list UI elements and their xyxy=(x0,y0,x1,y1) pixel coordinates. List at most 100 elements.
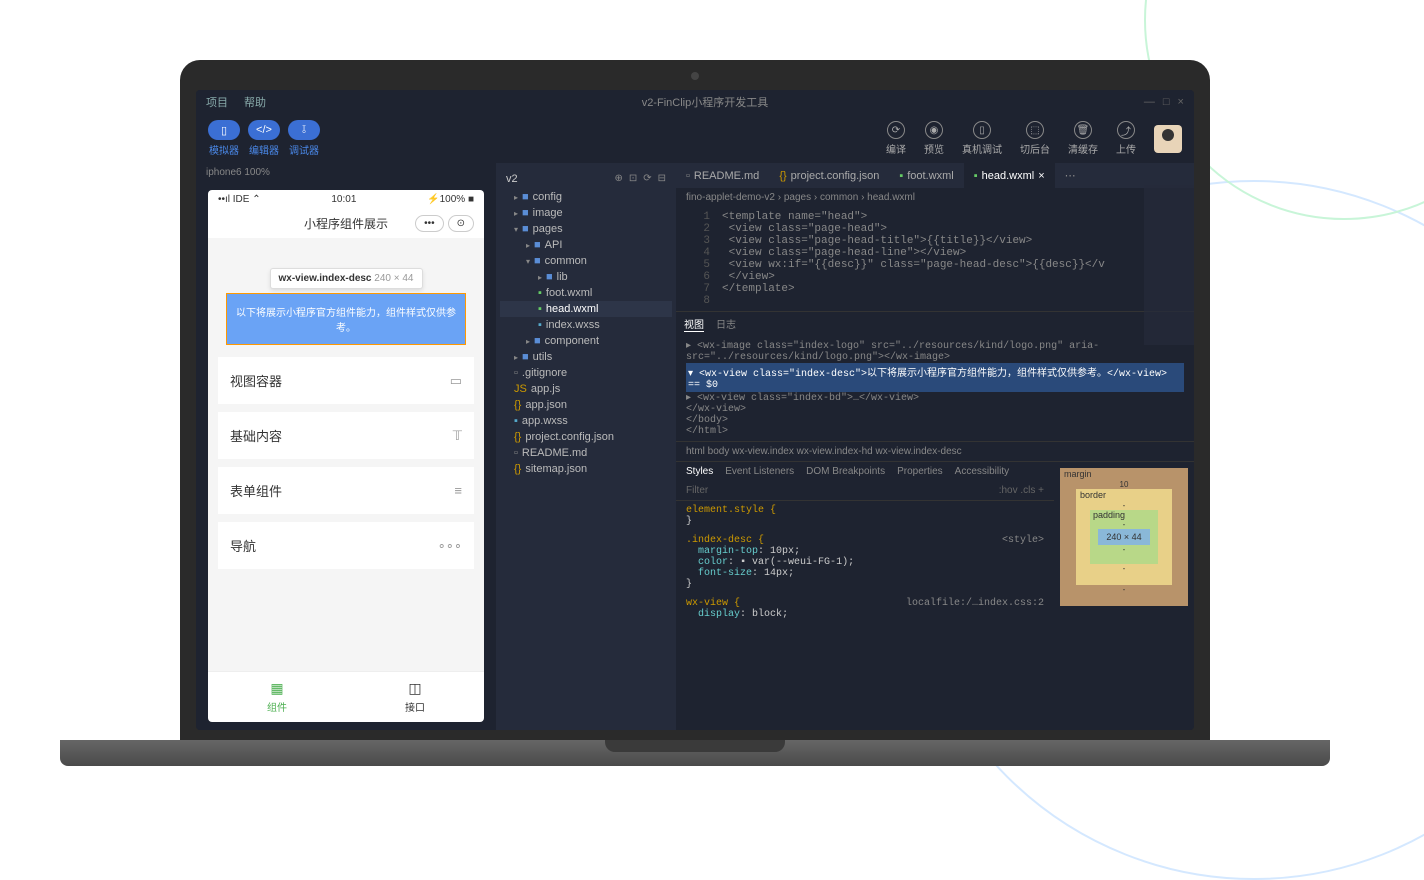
wxss-icon: ▪ xyxy=(514,415,518,427)
dom-breadcrumb[interactable]: html body wx-view.index wx-view.index-hd… xyxy=(676,441,1194,461)
phone-status-bar: ••ıl IDE ⌃ 10:01 ⚡100% ■ xyxy=(208,190,484,209)
folder-pages[interactable]: ▾■pages xyxy=(500,221,672,237)
item-label: 表单组件 xyxy=(230,481,282,500)
realdevice-label: 真机调试 xyxy=(962,141,1002,156)
tab-foot[interactable]: ▪foot.wxml xyxy=(889,163,963,188)
dom-node: </wx-view> xyxy=(686,404,1184,415)
list-icon: ≡ xyxy=(454,483,462,498)
wxml-icon: ▪ xyxy=(899,170,903,182)
file-appjson[interactable]: {}app.json xyxy=(500,397,672,413)
text-icon: 𝕋 xyxy=(453,428,462,444)
file-appwxss[interactable]: ▪app.wxss xyxy=(500,413,672,429)
laptop-frame: 项目 帮助 v2-FinClip小程序开发工具 — □ × ▯ 模拟器 </> … xyxy=(180,60,1210,780)
app-tabbar: ▦组件 ◫接口 xyxy=(208,671,484,722)
cache-button[interactable]: 🗑清缓存 xyxy=(1068,121,1098,156)
menu-help[interactable]: 帮助 xyxy=(244,94,266,110)
item-label: 基础内容 xyxy=(230,426,282,445)
css-rule[interactable]: .index-desc {<style> margin-top: 10px; c… xyxy=(676,531,1054,594)
realdevice-button[interactable]: ▯真机调试 xyxy=(962,121,1002,156)
list-item[interactable]: 表单组件 ≡ xyxy=(218,467,474,514)
code-editor[interactable]: 1<template name="head"> 2 <view class="p… xyxy=(676,207,1194,311)
json-icon: {} xyxy=(514,431,521,443)
wxml-icon: ▪ xyxy=(538,303,542,315)
clock: 10:01 xyxy=(331,194,356,205)
tab-overflow[interactable]: ⋯ xyxy=(1055,163,1086,188)
tab-head[interactable]: ▪head.wxml× xyxy=(964,163,1055,188)
tab-readme[interactable]: ▫README.md xyxy=(676,163,769,188)
css-rule[interactable]: wx-view {localfile:/…index.css:2 display… xyxy=(676,594,1054,624)
style-tools[interactable]: :hov .cls + xyxy=(999,485,1044,496)
dom-node[interactable]: ▸ <wx-view class="index-bd">…</wx-view> xyxy=(686,392,1184,404)
list-item[interactable]: 视图容器▭ xyxy=(218,357,474,404)
folder-utils[interactable]: ▸■utils xyxy=(500,349,672,365)
folder-component[interactable]: ▸■component xyxy=(500,333,672,349)
devtab-view[interactable]: 视图 xyxy=(684,316,704,332)
debugger-toggle[interactable]: ⫱ 调试器 xyxy=(288,120,320,157)
highlighted-element[interactable]: 以下将展示小程序官方组件能力，组件样式仅供参考。 xyxy=(226,293,466,345)
json-icon: {} xyxy=(779,170,786,182)
folder-lib[interactable]: ▸■lib xyxy=(500,269,672,285)
folder-config[interactable]: ▸■config xyxy=(500,189,672,205)
json-icon: {} xyxy=(514,399,521,411)
md-icon: ▫ xyxy=(686,170,690,182)
capsule-close-icon[interactable]: ⊙ xyxy=(448,215,474,232)
menu-project[interactable]: 项目 xyxy=(206,94,228,110)
box-model[interactable]: 10 - - 240 × 44 - - - xyxy=(1054,462,1194,582)
minimize-icon[interactable]: — xyxy=(1144,96,1155,108)
minimap[interactable] xyxy=(1144,185,1194,345)
preview-button[interactable]: ◉预览 xyxy=(924,121,944,156)
tab-listeners[interactable]: Event Listeners xyxy=(725,466,794,477)
editor-toggle[interactable]: </> 编辑器 xyxy=(248,120,280,157)
dom-node[interactable]: ▸ <wx-image class="index-logo" src="../r… xyxy=(686,340,1184,363)
editor-panel: ▫README.md {}project.config.json ▪foot.w… xyxy=(676,163,1194,730)
simulator-toggle[interactable]: ▯ 模拟器 xyxy=(208,120,240,157)
new-folder-icon[interactable]: ⊡ xyxy=(629,173,637,185)
capsule-menu-icon[interactable]: ••• xyxy=(415,215,444,232)
compile-button[interactable]: ⟳编译 xyxy=(886,121,906,156)
tab-breakpoints[interactable]: DOM Breakpoints xyxy=(806,466,885,477)
tab-styles[interactable]: Styles xyxy=(686,466,713,477)
tab-properties[interactable]: Properties xyxy=(897,466,943,477)
folder-icon: ■ xyxy=(522,191,529,203)
dom-node-selected[interactable]: ▾ <wx-view class="index-desc">以下将展示小程序官方… xyxy=(686,363,1184,392)
folder-icon: ■ xyxy=(534,255,541,267)
more-icon: ∘∘∘ xyxy=(438,538,462,554)
close-tab-icon[interactable]: × xyxy=(1038,170,1044,182)
file-head-wxml[interactable]: ▪head.wxml xyxy=(500,301,672,317)
window-controls: — □ × xyxy=(1144,96,1184,108)
device-info[interactable]: iphone6 100% xyxy=(196,163,496,182)
tab-component[interactable]: ▦组件 xyxy=(208,672,346,722)
file-foot-wxml[interactable]: ▪foot.wxml xyxy=(500,285,672,301)
file-appjs[interactable]: JSapp.js xyxy=(500,381,672,397)
main-area: iphone6 100% ••ıl IDE ⌃ 10:01 ⚡100% ■ 小程… xyxy=(196,163,1194,730)
close-icon[interactable]: × xyxy=(1178,96,1184,108)
upload-label: 上传 xyxy=(1116,141,1136,156)
filter-input[interactable]: Filter xyxy=(686,485,708,496)
tab-accessibility[interactable]: Accessibility xyxy=(955,466,1009,477)
refresh-icon[interactable]: ⟳ xyxy=(643,173,651,185)
folder-api[interactable]: ▸■API xyxy=(500,237,672,253)
file-projectconfig[interactable]: {}project.config.json xyxy=(500,429,672,445)
new-file-icon[interactable]: ⊕ xyxy=(614,173,622,185)
file-gitignore[interactable]: ▫.gitignore xyxy=(500,365,672,381)
user-avatar[interactable] xyxy=(1154,125,1182,153)
list-item[interactable]: 基础内容 𝕋 xyxy=(218,412,474,459)
folder-common[interactable]: ▾■common xyxy=(500,253,672,269)
folder-icon: ■ xyxy=(522,351,529,363)
collapse-icon[interactable]: ⊟ xyxy=(658,173,666,185)
file-readme[interactable]: ▫README.md xyxy=(500,445,672,461)
file-index-wxss[interactable]: ▪index.wxss xyxy=(500,317,672,333)
file-sitemap[interactable]: {}sitemap.json xyxy=(500,461,672,477)
css-rule[interactable]: element.style { } xyxy=(676,501,1054,531)
tab-api[interactable]: ◫接口 xyxy=(346,672,484,722)
project-root[interactable]: v2 xyxy=(506,173,518,185)
tab-projectconfig[interactable]: {}project.config.json xyxy=(769,163,889,188)
maximize-icon[interactable]: □ xyxy=(1163,96,1170,108)
dom-tree[interactable]: ▸ <wx-image class="index-logo" src="../r… xyxy=(676,336,1194,441)
folder-image[interactable]: ▸■image xyxy=(500,205,672,221)
upload-button[interactable]: ⤴上传 xyxy=(1116,121,1136,156)
devtab-log[interactable]: 日志 xyxy=(716,316,736,332)
background-button[interactable]: ⬚切后台 xyxy=(1020,121,1050,156)
list-item[interactable]: 导航∘∘∘ xyxy=(218,522,474,569)
breadcrumb[interactable]: fino-applet-demo-v2 › pages › common › h… xyxy=(676,188,1194,207)
